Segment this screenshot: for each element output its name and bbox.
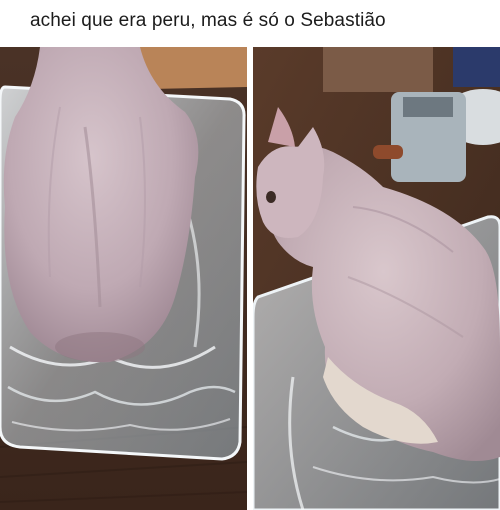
photo-left	[0, 47, 247, 510]
sphynx-cat-back-photo	[0, 47, 247, 510]
photo-right	[253, 47, 500, 510]
meme-post: achei que era peru, mas é só o Sebastião	[0, 0, 500, 510]
post-caption: achei que era peru, mas é só o Sebastião	[30, 10, 386, 31]
sphynx-cat-side-photo	[253, 47, 500, 510]
